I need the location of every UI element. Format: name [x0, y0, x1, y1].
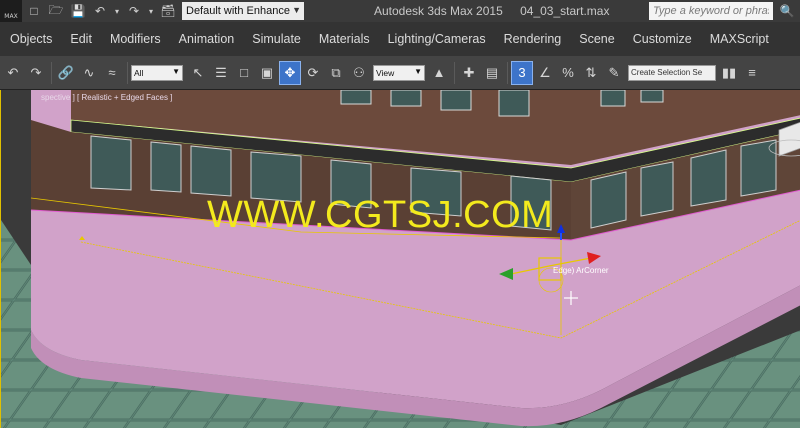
workspace-selector[interactable]: Default with Enhance ▼ — [182, 2, 304, 20]
percent-snap-icon[interactable]: % — [557, 61, 579, 85]
undo-dropdown-icon[interactable]: ▾ — [112, 2, 122, 20]
select-object-icon[interactable]: ↖ — [187, 61, 209, 85]
redo-dropdown-icon[interactable]: ▾ — [146, 2, 156, 20]
named-selection-set-input[interactable] — [628, 64, 716, 81]
window-title: Autodesk 3ds Max 2015 04_03_start.max — [374, 4, 623, 18]
selection-filter-value: All — [134, 67, 144, 78]
reference-coordinate-value: View — [376, 67, 395, 78]
file-name: 04_03_start.max — [520, 4, 610, 18]
viewport-label[interactable]: spective ] [ Realistic + Edged Faces ] — [41, 93, 172, 102]
link-icon[interactable]: 🔗 — [55, 61, 77, 85]
snaps-toggle-icon[interactable]: 3 — [511, 60, 533, 85]
menu-materials[interactable]: Materials — [310, 32, 379, 46]
save-icon[interactable]: 💾 — [68, 2, 88, 20]
select-by-name-icon[interactable]: ☰ — [210, 61, 232, 85]
watermark-text: WWW.CGTSJ.COM — [207, 194, 554, 236]
chevron-down-icon: ▼ — [414, 66, 422, 76]
angle-snap-icon[interactable]: ∠ — [534, 61, 556, 85]
bind-space-warp-icon[interactable]: ≈ — [101, 61, 123, 85]
keyboard-shortcut-override-icon[interactable]: ▤ — [481, 61, 503, 85]
selection-filter-dropdown[interactable]: All ▼ — [131, 64, 183, 81]
app-logo-text: MAX — [4, 13, 18, 20]
menu-objects[interactable]: Objects — [0, 32, 61, 46]
menu-scene[interactable]: Scene — [570, 32, 623, 46]
redo-icon[interactable]: ↷ — [25, 61, 47, 85]
rectangular-selection-icon[interactable]: □ — [233, 61, 255, 85]
menu-rendering[interactable]: Rendering — [495, 32, 571, 46]
select-and-place-icon[interactable]: ⚇ — [348, 61, 370, 85]
edit-named-selection-icon[interactable]: ✎ — [603, 61, 625, 85]
select-and-rotate-icon[interactable]: ⟳ — [302, 61, 324, 85]
menu-animation[interactable]: Animation — [170, 32, 244, 46]
align-icon[interactable]: ≡ — [741, 61, 763, 85]
spinner-snap-icon[interactable]: ⇅ — [580, 61, 602, 85]
undo-icon[interactable]: ↶ — [2, 61, 24, 85]
reference-coordinate-dropdown[interactable]: View ▼ — [373, 64, 425, 81]
main-toolbar: ↶ ↷ 🔗 ∿ ≈ All ▼ ↖ ☰ □ ▣ ✥ ⟳ ⧉ ⚇ View ▼ ▲… — [0, 56, 800, 90]
project-folder-icon[interactable]: 🗃 — [158, 2, 178, 20]
manipulate-icon[interactable]: ✚ — [458, 61, 480, 85]
menu-lighting-cameras[interactable]: Lighting/Cameras — [379, 32, 495, 46]
menu-customize[interactable]: Customize — [624, 32, 701, 46]
menu-maxscript[interactable]: MAXScript — [701, 32, 778, 46]
undo-icon[interactable]: ↶ — [90, 2, 110, 20]
window-crossing-icon[interactable]: ▣ — [256, 61, 278, 85]
select-and-scale-icon[interactable]: ⧉ — [325, 61, 347, 85]
toolbar-divider — [51, 61, 52, 84]
unlink-icon[interactable]: ∿ — [78, 61, 100, 85]
viewport-scene — [1, 90, 800, 428]
toolbar-divider — [127, 61, 128, 84]
search-input[interactable] — [649, 2, 773, 20]
menu-edit[interactable]: Edit — [61, 32, 101, 46]
app-name: Autodesk 3ds Max 2015 — [374, 4, 503, 18]
snaps-toggle-label: 3 — [518, 65, 526, 80]
menu-modifiers[interactable]: Modifiers — [101, 32, 170, 46]
perspective-viewport[interactable]: spective ] [ Realistic + Edged Faces ] W… — [0, 90, 800, 428]
select-and-move-icon[interactable]: ✥ — [279, 60, 301, 85]
binoculars-icon[interactable]: 🔍 — [776, 2, 798, 20]
workspace-label: Default with Enhance — [186, 5, 290, 17]
open-file-icon[interactable]: 🗁 — [46, 2, 66, 20]
title-bar: MAX □ 🗁 💾 ↶ ▾ ↷ ▾ 🗃 Default with Enhance… — [0, 0, 800, 22]
app-menu-button[interactable]: MAX — [0, 0, 22, 22]
pivot-center-icon[interactable]: ▲ — [428, 61, 450, 85]
menu-simulate[interactable]: Simulate — [243, 32, 310, 46]
mirror-icon[interactable]: ▮▮ — [718, 61, 740, 85]
toolbar-divider — [454, 61, 455, 84]
chevron-down-icon: ▼ — [172, 66, 180, 76]
new-file-icon[interactable]: □ — [24, 2, 44, 20]
toolbar-divider — [507, 61, 508, 84]
chevron-down-icon: ▼ — [292, 5, 301, 15]
redo-icon[interactable]: ↷ — [124, 2, 144, 20]
selected-object-label: Edge) ArCorner — [553, 266, 609, 275]
menu-bar: Objects Edit Modifiers Animation Simulat… — [0, 22, 800, 56]
